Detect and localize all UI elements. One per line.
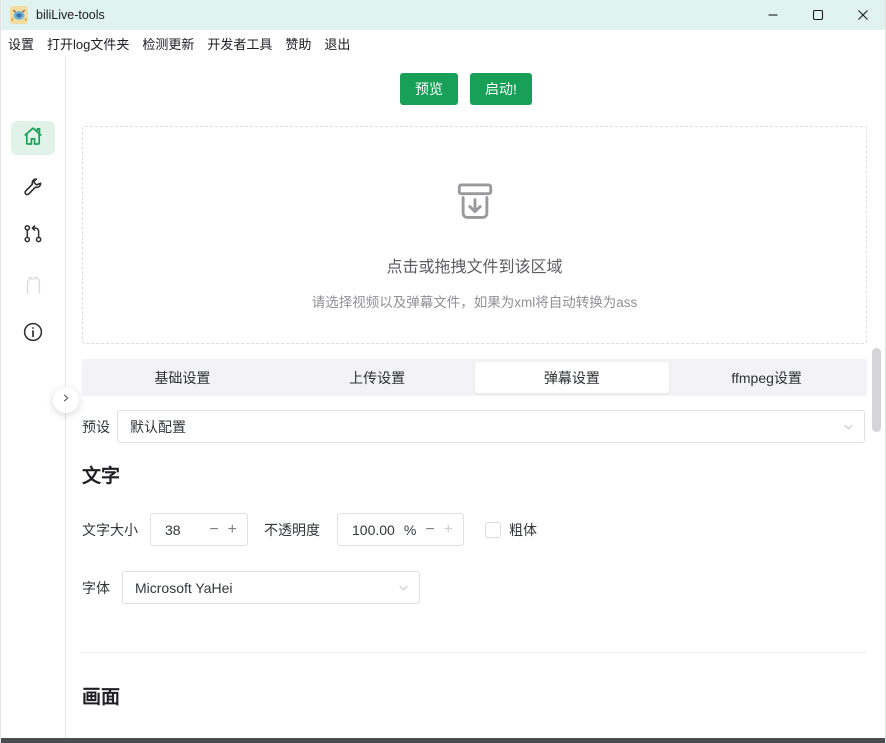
chevron-down-icon (397, 581, 410, 594)
bold-label: 粗体 (509, 520, 537, 540)
preset-label: 预设 (82, 417, 110, 437)
git-compare-icon (21, 222, 45, 251)
opacity-value: 100.00 (352, 522, 404, 538)
menu-settings[interactable]: 设置 (8, 34, 34, 53)
decrease-icon[interactable]: − (209, 522, 218, 538)
window-title: biliLive-tools (36, 8, 105, 22)
increase-icon[interactable]: + (444, 522, 453, 538)
font-size-label: 文字大小 (82, 520, 138, 540)
app-icon (10, 6, 28, 24)
active-highlight (11, 121, 55, 155)
sidebar-item-home[interactable] (1, 121, 65, 155)
home-icon (21, 124, 45, 153)
menu-sponsor[interactable]: 赞助 (285, 34, 311, 53)
increase-icon[interactable]: + (228, 522, 237, 538)
menu-check-update[interactable]: 检测更新 (142, 34, 194, 53)
vertical-scrollbar-thumb[interactable] (872, 348, 881, 432)
app-window: biliLive-tools 设置 打开log文件夹 检测更新 开发者工具 赞助… (0, 0, 886, 743)
menu-open-log-folder[interactable]: 打开log文件夹 (47, 34, 129, 53)
sidebar-collapse-button[interactable] (53, 387, 79, 413)
font-family-value: Microsoft YaHei (135, 580, 233, 596)
upload-dropzone[interactable]: 点击或拖拽文件到该区域 请选择视频以及弹幕文件，如果为xml将自动转换为ass (82, 126, 867, 344)
font-family-label: 字体 (82, 578, 110, 598)
opacity-label: 不透明度 (264, 520, 320, 540)
tab-upload-settings[interactable]: 上传设置 (280, 362, 475, 393)
preset-select[interactable]: 默认配置 (117, 410, 865, 443)
font-size-input[interactable]: 38 − + (150, 513, 248, 546)
bold-checkbox[interactable] (485, 522, 501, 538)
tab-basic-settings[interactable]: 基础设置 (85, 362, 280, 393)
chevron-down-icon (842, 420, 855, 433)
font-size-value: 38 (165, 522, 209, 538)
opacity-unit: % (404, 522, 416, 538)
sidebar-item-mascot[interactable] (1, 271, 65, 302)
sidebar-item-about[interactable] (1, 320, 65, 349)
screen-section-heading: 画面 (82, 682, 120, 709)
main-content: 预览 启动! 点击或拖拽文件到该区域 请选择视频以及弹幕文件，如果为xml将自动… (67, 57, 885, 738)
font-row: 字体 Microsoft YaHei (82, 571, 420, 604)
menu-exit[interactable]: 退出 (324, 34, 350, 53)
settings-tabs: 基础设置 上传设置 弹幕设置 ffmpeg设置 (82, 359, 867, 396)
info-icon (21, 320, 45, 349)
sidebar-item-sync[interactable] (1, 222, 65, 251)
window-controls (750, 0, 885, 30)
text-section-heading: 文字 (82, 461, 120, 488)
close-button[interactable] (840, 0, 885, 30)
wrench-icon (21, 176, 45, 205)
window-bottom-edge (1, 738, 885, 743)
menu-bar: 设置 打开log文件夹 检测更新 开发者工具 赞助 退出 (1, 30, 885, 57)
title-bar: biliLive-tools (1, 0, 885, 30)
start-button[interactable]: 启动! (470, 73, 532, 105)
opacity-input[interactable]: 100.00 % − + (337, 513, 464, 546)
text-controls-row: 文字大小 38 − + 不透明度 100.00 % − + 粗体 (82, 513, 537, 546)
action-row: 预览 启动! (67, 73, 865, 105)
chevron-right-icon (59, 391, 73, 410)
preset-row: 预设 默认配置 (82, 410, 865, 443)
mascot-icon (20, 271, 46, 302)
menu-devtools[interactable]: 开发者工具 (207, 34, 272, 53)
tab-ffmpeg-settings[interactable]: ffmpeg设置 (669, 362, 864, 393)
minimize-button[interactable] (750, 0, 795, 30)
font-family-select[interactable]: Microsoft YaHei (122, 571, 420, 604)
preset-value: 默认配置 (130, 417, 186, 437)
decrease-icon[interactable]: − (425, 522, 434, 538)
upload-title: 点击或拖拽文件到该区域 (386, 253, 562, 277)
archive-download-icon (452, 178, 498, 229)
tab-danmu-settings[interactable]: 弹幕设置 (475, 362, 670, 393)
maximize-button[interactable] (795, 0, 840, 30)
preview-button[interactable]: 预览 (400, 73, 458, 105)
sidebar-item-tools[interactable] (1, 176, 65, 205)
upload-subtitle: 请选择视频以及弹幕文件，如果为xml将自动转换为ass (312, 291, 638, 311)
section-divider (82, 652, 867, 653)
